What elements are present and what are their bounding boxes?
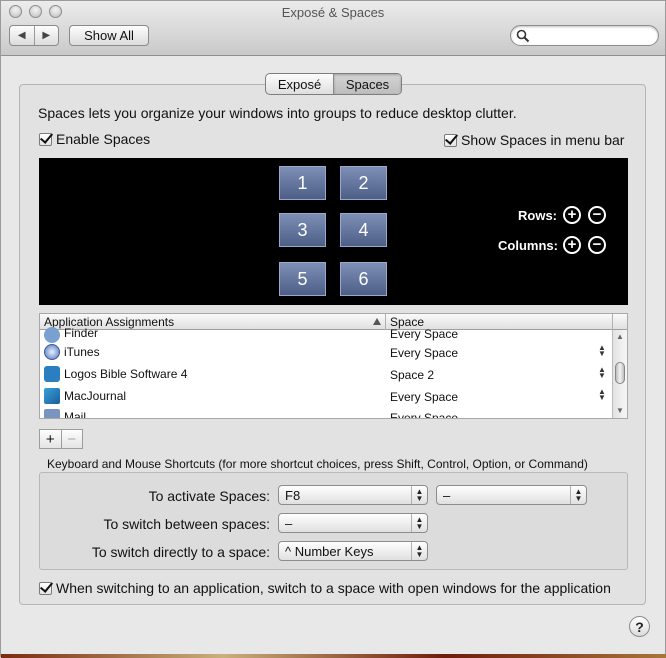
space-value: Space 2	[390, 368, 435, 382]
switch-direct-value: ^ Number Keys	[285, 544, 374, 559]
add-application-button[interactable]: +	[40, 430, 61, 448]
back-forward-group: ◀ ▶	[9, 25, 59, 46]
switch-between-select[interactable]: – ▲ ▼	[278, 513, 428, 533]
menubar-row[interactable]: Show Spaces in menu bar	[444, 132, 624, 148]
columns-label: Columns:	[498, 238, 558, 253]
back-button[interactable]: ◀	[10, 26, 34, 45]
remove-application-button[interactable]: −	[60, 430, 83, 448]
space-value: Every Space	[390, 346, 459, 360]
forward-button[interactable]: ▶	[33, 26, 59, 45]
window-title: Exposé & Spaces	[281, 5, 385, 20]
spaces-intro-text: Spaces lets you organize your windows in…	[38, 105, 517, 121]
switch-between-label: To switch between spaces:	[103, 516, 270, 532]
help-button[interactable]: ?	[629, 616, 650, 637]
select-arrows-icon: ▲ ▼	[411, 542, 427, 560]
columns-add-button[interactable]: +	[563, 236, 581, 254]
show-in-menubar-label: Show Spaces in menu bar	[461, 132, 625, 148]
table-row[interactable]: iTunes Every Space ▲ ▼	[40, 341, 612, 363]
search-input[interactable]	[510, 25, 659, 46]
activate-spaces-label: To activate Spaces:	[148, 488, 270, 504]
columns-remove-button[interactable]: −	[588, 236, 606, 254]
space-tile-5[interactable]: 5	[279, 262, 326, 296]
show-in-menubar-checkbox[interactable]	[444, 133, 457, 147]
space-tile-1[interactable]: 1	[279, 166, 326, 200]
space-select-arrows-icon[interactable]: ▲ ▼	[598, 344, 606, 358]
logos-icon	[44, 366, 60, 382]
switch-to-app-space-checkbox[interactable]	[39, 581, 52, 595]
table-row[interactable]: MacJournal Every Space ▲ ▼	[40, 385, 612, 407]
select-arrows-icon: ▲ ▼	[411, 514, 427, 532]
app-name: Mail	[64, 410, 87, 419]
add-remove-group: + −	[39, 429, 83, 449]
shortcuts-heading: Keyboard and Mouse Shortcuts (for more s…	[47, 457, 588, 471]
enable-spaces-label: Enable Spaces	[56, 131, 151, 147]
table-scrollbar[interactable]: ▲ ▼	[612, 330, 627, 418]
activate-spaces-key-value: F8	[285, 488, 301, 503]
activate-spaces-mouse-value: –	[443, 488, 451, 503]
select-arrows-icon: ▲ ▼	[411, 486, 427, 504]
space-value: Every Space	[390, 390, 459, 404]
title-toolbar: Exposé & Spaces ◀ ▶ Show All	[1, 1, 665, 56]
select-arrows-icon: ▲ ▼	[570, 486, 586, 504]
tab-expose[interactable]: Exposé	[266, 74, 333, 94]
rows-remove-button[interactable]: −	[588, 206, 606, 224]
activate-spaces-key-select[interactable]: F8 ▲ ▼	[278, 485, 428, 505]
scroll-down-arrow-icon[interactable]: ▼	[616, 406, 624, 415]
switch-direct-label: To switch directly to a space:	[91, 544, 270, 560]
app-name: iTunes	[64, 345, 100, 359]
table-row[interactable]: Mail Every Space	[40, 406, 612, 419]
app-name: Logos Bible Software 4	[64, 367, 188, 381]
space-value: Every Space	[390, 327, 459, 341]
space-tile-4[interactable]: 4	[340, 213, 387, 247]
table-row[interactable]: Logos Bible Software 4 Space 2 ▲ ▼	[40, 363, 612, 385]
preferences-window: Exposé & Spaces ◀ ▶ Show All Exposé Spac…	[0, 0, 666, 658]
space-tile-2[interactable]: 2	[340, 166, 387, 200]
switch-to-app-space-label: When switching to an application, switch…	[56, 580, 611, 596]
space-select-arrows-icon[interactable]: ▲ ▼	[598, 366, 606, 380]
switch-direct-select[interactable]: ^ Number Keys ▲ ▼	[278, 541, 428, 561]
application-assignments-table: Application Assignments Space Finder Eve…	[39, 313, 628, 419]
scrollbar-thumb[interactable]	[615, 362, 625, 384]
app-name: Finder	[64, 326, 99, 340]
search-icon	[516, 29, 530, 43]
tab-spaces[interactable]: Spaces	[333, 74, 401, 94]
space-tile-6[interactable]: 6	[340, 262, 387, 296]
rows-label: Rows:	[518, 208, 557, 223]
app-name: MacJournal	[64, 389, 127, 403]
space-value: Every Space	[390, 411, 459, 419]
spaces-preview: 1 2 3 4 5 6 Rows: + − Columns: + −	[39, 158, 628, 305]
activate-spaces-mouse-select[interactable]: – ▲ ▼	[436, 485, 587, 505]
desktop-background-strip	[1, 654, 666, 658]
macjournal-icon	[44, 388, 60, 404]
switch-between-value: –	[285, 516, 293, 531]
column-divider	[612, 314, 613, 330]
rows-add-button[interactable]: +	[563, 206, 581, 224]
itunes-icon	[44, 344, 60, 360]
enable-spaces-row[interactable]: Enable Spaces	[39, 131, 150, 147]
space-tile-3[interactable]: 3	[279, 213, 326, 247]
switch-app-row[interactable]: When switching to an application, switch…	[39, 580, 611, 596]
mail-icon	[44, 409, 60, 418]
tab-control: Exposé Spaces	[265, 73, 402, 95]
space-select-arrows-icon[interactable]: ▲ ▼	[598, 388, 606, 402]
show-all-button[interactable]: Show All	[69, 25, 149, 46]
enable-spaces-checkbox[interactable]	[39, 132, 52, 146]
scroll-up-arrow-icon[interactable]: ▲	[616, 332, 624, 341]
